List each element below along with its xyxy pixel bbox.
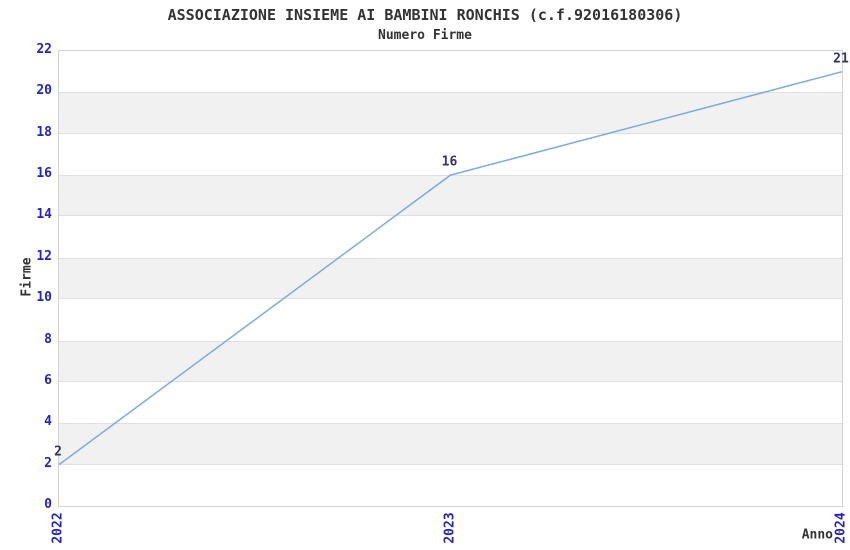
- x-axis-title: Anno: [801, 527, 833, 543]
- chart-subtitle: Numero Firme: [378, 28, 472, 43]
- x-tick-label: 2023: [442, 512, 457, 544]
- y-tick-label: 6: [44, 372, 52, 388]
- line-series: [58, 70, 843, 466]
- y-tick-label: 4: [44, 414, 52, 430]
- y-tick-label: 20: [36, 83, 52, 99]
- y-tick-label: 16: [36, 166, 52, 182]
- y-tick-label: 14: [36, 207, 52, 223]
- y-tick-label: 2: [44, 455, 52, 471]
- data-point-label: 2: [54, 444, 62, 460]
- y-tick-label: 0: [44, 497, 52, 512]
- x-tick-label: 2024: [833, 512, 849, 544]
- y-tick-label: 8: [44, 331, 52, 347]
- y-tick-label: 18: [36, 124, 52, 140]
- series-line: [58, 70, 843, 466]
- y-axis-title: Firme: [19, 257, 35, 297]
- x-tick-label: 2022: [50, 512, 66, 544]
- plot-area: [58, 50, 843, 507]
- data-point-label: 16: [441, 154, 458, 170]
- data-point-label: 21: [833, 51, 849, 67]
- chart-title: ASSOCIAZIONE INSIEME AI BAMBINI RONCHIS …: [167, 6, 683, 24]
- y-tick-label: 22: [36, 42, 52, 57]
- line-chart: ASSOCIAZIONE INSIEME AI BAMBINI RONCHIS …: [0, 0, 850, 550]
